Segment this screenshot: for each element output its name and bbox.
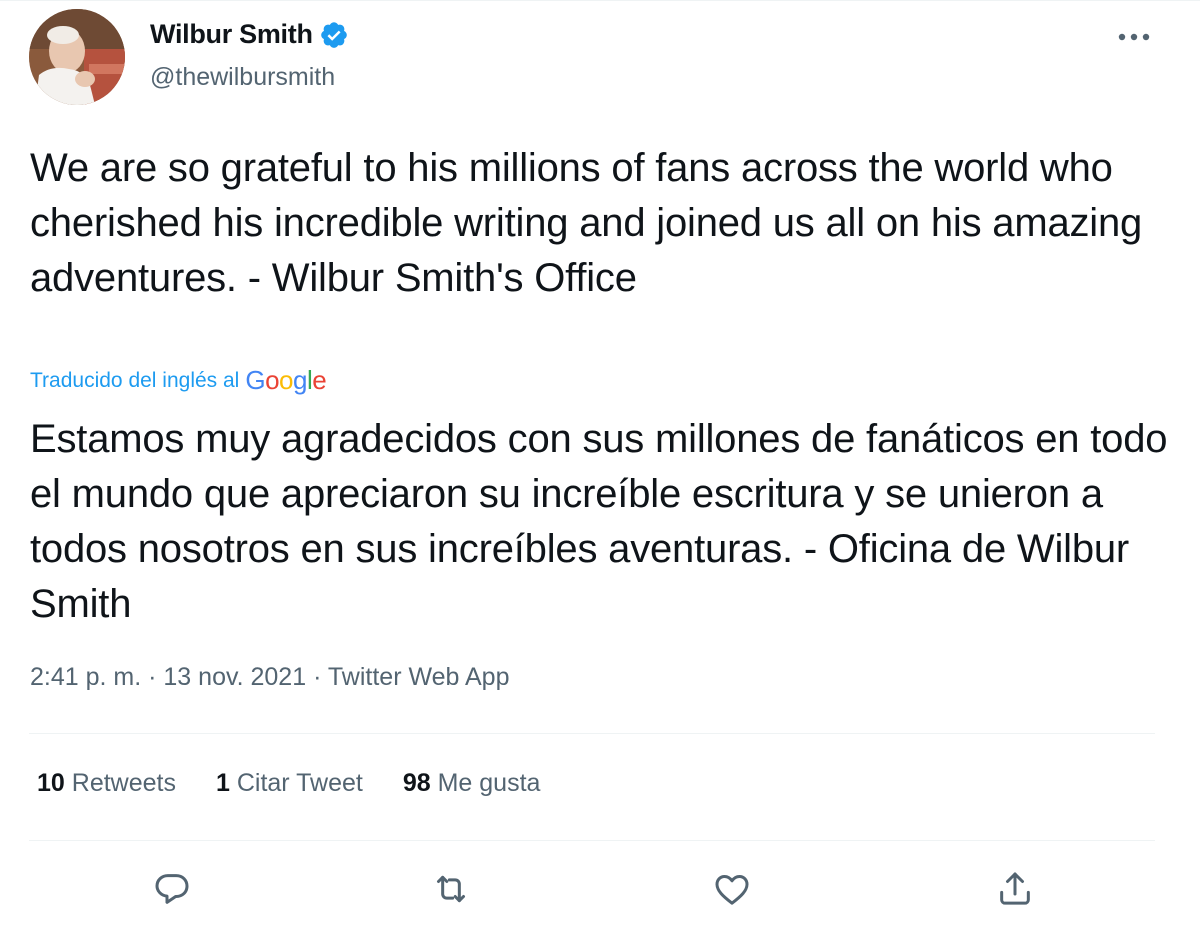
tweet-meta: 2:41 p. m. · 13 nov. 2021 · Twitter Web … (30, 663, 509, 692)
more-icon (1118, 33, 1150, 41)
google-logo: Google (245, 365, 327, 395)
verified-badge-icon (320, 21, 347, 48)
tweet-actions (0, 859, 1200, 919)
tweet-date[interactable]: 13 nov. 2021 (163, 663, 306, 691)
quotes-stat[interactable]: 1 Citar Tweet (216, 769, 363, 798)
like-button[interactable] (708, 865, 756, 913)
likes-stat[interactable]: 98 Me gusta (403, 769, 541, 798)
meta-separator: · (313, 663, 322, 691)
reply-icon (155, 874, 189, 904)
like-icon (715, 875, 749, 905)
more-options-button[interactable] (1112, 21, 1156, 53)
translation-text: Estamos muy agradecidos con sus millones… (30, 417, 1168, 626)
author-name-text: Wilbur Smith (150, 19, 313, 49)
reply-button[interactable] (148, 865, 196, 913)
tweet-time[interactable]: 2:41 p. m. (30, 663, 141, 691)
tweet-text: We are so grateful to his millions of fa… (30, 146, 1143, 300)
retweets-count: 10 (37, 769, 65, 797)
tweet-card: Wilbur Smith @thewilbursmith We are so g… (0, 0, 1200, 931)
tweet-source[interactable]: Twitter Web App (328, 663, 510, 691)
retweet-icon (437, 875, 465, 903)
author-name[interactable]: Wilbur Smith (150, 19, 349, 50)
share-icon (1000, 872, 1030, 905)
meta-separator: · (148, 663, 157, 691)
quotes-count: 1 (215, 769, 230, 797)
tweet-stats: 10 Retweets 1 Citar Tweet 98 Me gusta (37, 769, 540, 798)
translated-by-link[interactable]: Traducido del inglés al Google (30, 365, 327, 396)
author-handle[interactable]: @thewilbursmith (150, 63, 335, 92)
share-button[interactable] (991, 865, 1039, 913)
divider (29, 733, 1155, 734)
divider (29, 840, 1155, 841)
retweets-stat[interactable]: 10 Retweets (37, 769, 176, 798)
retweet-button[interactable] (427, 865, 475, 913)
avatar-photo (29, 9, 125, 105)
avatar[interactable] (29, 9, 125, 105)
likes-label: Me gusta (437, 769, 541, 797)
retweets-label: Retweets (71, 769, 176, 797)
quotes-label: Citar Tweet (236, 769, 363, 797)
translated-by-label: Traducido del inglés al (30, 368, 240, 392)
likes-count: 98 (402, 769, 431, 797)
